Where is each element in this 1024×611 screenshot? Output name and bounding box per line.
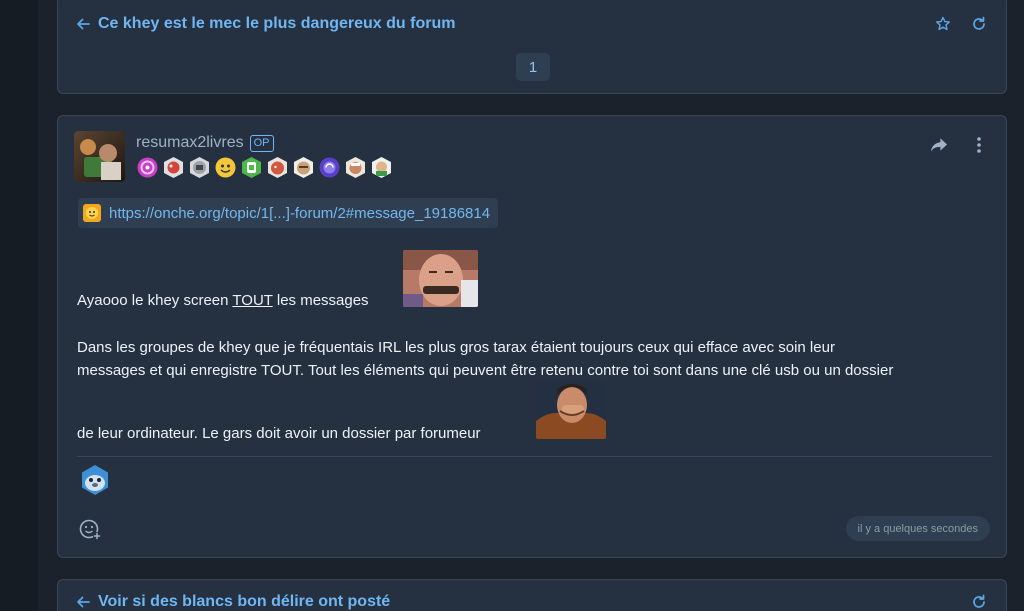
refresh-icon[interactable] [970, 15, 988, 33]
more-vertical-icon[interactable] [970, 136, 988, 154]
sticker-laughing-man [403, 250, 478, 307]
next-topic-actions [970, 593, 988, 611]
onche-favicon-icon [83, 204, 101, 222]
post-divider [77, 456, 992, 457]
quoted-link[interactable]: https://onche.org/topic/1[...]-forum/2#m… [78, 198, 499, 228]
refresh-icon[interactable] [970, 593, 988, 611]
topic-header-row: Ce khey est le mec le plus dangereux du … [76, 11, 988, 37]
link-text[interactable]: https://onche.org/topic/1[...]-forum/2#m… [109, 205, 490, 222]
badge-icon [319, 157, 340, 178]
post-line-2: Dans les groupes de khey que je fréquent… [77, 339, 835, 356]
badge-icon [346, 157, 365, 178]
badge-icon [215, 157, 236, 178]
star-icon[interactable] [934, 15, 952, 33]
badge-icon [268, 157, 287, 178]
post-line-4: de leur ordinateur. Le gars doit avoir u… [77, 425, 481, 442]
post-line-1: Ayaooo le khey screen TOUT les messages [77, 290, 369, 313]
arrow-left-icon[interactable] [76, 595, 90, 609]
reaction-sticker[interactable] [79, 464, 111, 496]
next-topic-row: Voir si des blancs bon délire ont posté [76, 589, 988, 611]
page-number-button[interactable]: 1 [516, 53, 550, 81]
badge-icon [242, 157, 261, 178]
text-segment: Ayaooo le khey screen [77, 292, 233, 309]
topic-header-card: Ce khey est le mec le plus dangereux du … [57, 0, 1007, 94]
next-topic-title[interactable]: Voir si des blancs bon délire ont posté [98, 593, 390, 611]
arrow-left-icon[interactable] [76, 17, 90, 31]
badge-icon [190, 157, 209, 178]
topic-title[interactable]: Ce khey est le mec le plus dangereux du … [98, 15, 455, 33]
badge-icon [372, 157, 391, 178]
text-segment: les messages [272, 292, 369, 309]
op-badge: OP [249, 134, 274, 152]
share-icon[interactable] [930, 136, 948, 154]
post-actions [930, 136, 988, 154]
user-avatar[interactable] [74, 131, 125, 182]
post-line-3: messages et qui enregistre TOUT. Tout le… [77, 362, 894, 379]
badge-icon [294, 157, 313, 178]
badge-icon [164, 157, 183, 178]
underlined-word: TOUT [232, 292, 273, 309]
next-topic-card: Voir si des blancs bon délire ont posté [57, 579, 1007, 611]
post-timestamp: il y a quelques secondes [845, 516, 990, 541]
badge-icon [137, 157, 158, 178]
sticker-facepalm-man [536, 381, 606, 439]
topic-actions [934, 15, 988, 33]
username[interactable]: resumax2livres [136, 134, 244, 152]
left-sidebar-strip [0, 0, 38, 611]
add-reaction-icon[interactable] [79, 518, 101, 540]
post-card: resumax2livres OP https://onche.org/topi… [57, 115, 1007, 558]
user-badges [136, 156, 393, 179]
username-row: resumax2livres OP [136, 134, 274, 152]
